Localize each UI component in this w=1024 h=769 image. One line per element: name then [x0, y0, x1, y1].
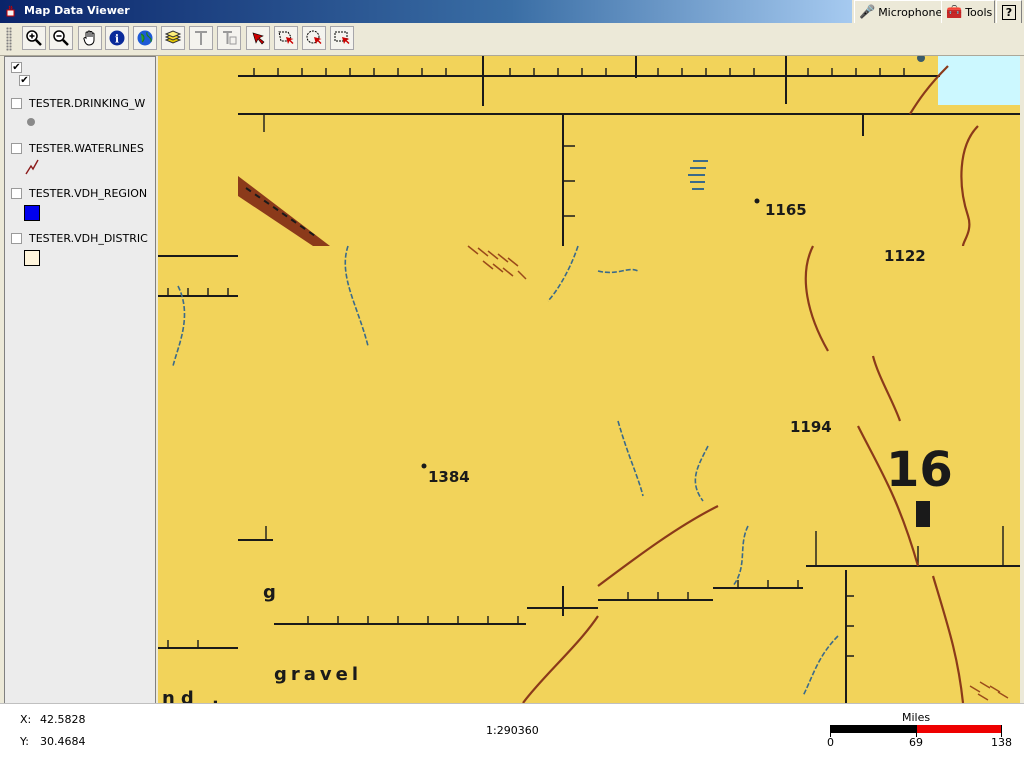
- group-layer-checkbox[interactable]: [19, 75, 30, 86]
- tools-icon: 🧰: [946, 4, 963, 20]
- toolbar-grip[interactable]: [6, 27, 12, 51]
- scalebar-tick-0: 0: [827, 736, 834, 749]
- tab-microphone-label: Microphone: [878, 5, 943, 19]
- title-bar: Map Data Viewer: [0, 0, 852, 23]
- x-coord-label: X:: [20, 713, 32, 726]
- status-bar: X: 42.5828 Y: 30.4684 1:290360 Miles 0 6…: [0, 703, 1024, 769]
- info-icon: i: [109, 30, 125, 46]
- tab-tools[interactable]: 🧰 Tools: [941, 0, 995, 24]
- layers-icon: [164, 30, 182, 44]
- map-label-1165: 1165: [765, 201, 807, 219]
- svg-text:i: i: [115, 33, 119, 46]
- select-arrow-button[interactable]: [246, 26, 270, 50]
- layer-vdh-region-label[interactable]: TESTER.VDH_REGION: [29, 187, 147, 200]
- layer-waterlines-checkbox[interactable]: [11, 143, 22, 154]
- map-label-16: 16: [886, 442, 953, 498]
- layer-vdh-district-label[interactable]: TESTER.VDH_DISTRIC: [29, 232, 148, 245]
- select-circle-button[interactable]: [302, 26, 326, 50]
- zoom-out-icon: [53, 30, 69, 46]
- select-rectangle-button[interactable]: [330, 26, 354, 50]
- text-button[interactable]: [189, 26, 213, 50]
- x-coord-value: 42.5828: [40, 713, 86, 726]
- text-box-icon: [223, 31, 237, 45]
- help-button[interactable]: ?: [996, 0, 1022, 24]
- select-circle-icon: [306, 30, 322, 44]
- zoom-in-button[interactable]: [22, 26, 46, 50]
- window-title: Map Data Viewer: [24, 4, 130, 17]
- select-arrow-icon: [252, 32, 265, 45]
- map-label-1384: 1384: [428, 468, 470, 486]
- map-label-nd: nd .: [162, 688, 225, 703]
- map-scale: 1:290360: [486, 724, 539, 737]
- tab-microphone[interactable]: 🎤 Microphone: [854, 0, 942, 24]
- zoom-out-button[interactable]: [49, 26, 73, 50]
- scalebar-title: Miles: [902, 711, 931, 724]
- topo-map-image: [158, 56, 1020, 703]
- tab-tools-label: Tools: [965, 5, 993, 19]
- scalebar-red-segment: [916, 725, 1002, 733]
- layer-waterlines-label[interactable]: TESTER.WATERLINES: [29, 142, 144, 155]
- map-label-1122: 1122: [884, 247, 926, 265]
- layers-button[interactable]: [161, 26, 185, 50]
- scalebar-tick-69: 69: [909, 736, 923, 749]
- pan-button[interactable]: [78, 26, 102, 50]
- select-region-icon: [278, 31, 294, 44]
- help-icon: ?: [1001, 4, 1017, 20]
- map-canvas[interactable]: 1165 1122 1194 1384 16 g gravel nd .: [158, 56, 1020, 703]
- text-icon: [195, 31, 207, 45]
- map-label-1194: 1194: [790, 418, 832, 436]
- map-label-gravel: gravel: [274, 664, 363, 685]
- layer-vdh-district-checkbox[interactable]: [11, 233, 22, 244]
- globe-button[interactable]: [133, 26, 157, 50]
- java-cup-icon: [6, 5, 15, 17]
- root-layer-checkbox[interactable]: [11, 62, 22, 73]
- scalebar-tick-138: 138: [991, 736, 1012, 749]
- pan-hand-icon: [83, 30, 95, 46]
- y-coord-label: Y:: [20, 735, 29, 748]
- y-coord-value: 30.4684: [40, 735, 86, 748]
- map-label-g: g: [263, 582, 276, 603]
- text-box-button[interactable]: [217, 26, 241, 50]
- select-rectangle-icon: [334, 31, 350, 44]
- microphone-icon: 🎤: [859, 4, 876, 20]
- layer-drinking-water-checkbox[interactable]: [11, 98, 22, 109]
- info-button[interactable]: i: [105, 26, 129, 50]
- scalebar-black-segment: [830, 725, 916, 733]
- select-region-button[interactable]: [274, 26, 298, 50]
- toolbar: i: [0, 23, 1024, 56]
- point-symbol-icon: [27, 118, 35, 126]
- globe-icon: [137, 30, 153, 46]
- layer-drinking-water-label[interactable]: TESTER.DRINKING_W: [29, 97, 145, 110]
- line-symbol-icon: [25, 159, 39, 175]
- zoom-in-icon: [26, 30, 42, 46]
- region-fill-symbol-icon: [24, 205, 40, 221]
- district-fill-symbol-icon: [24, 250, 40, 266]
- layer-panel: TESTER.DRINKING_W TESTER.WATERLINES TEST…: [4, 56, 156, 704]
- layer-vdh-region-checkbox[interactable]: [11, 188, 22, 199]
